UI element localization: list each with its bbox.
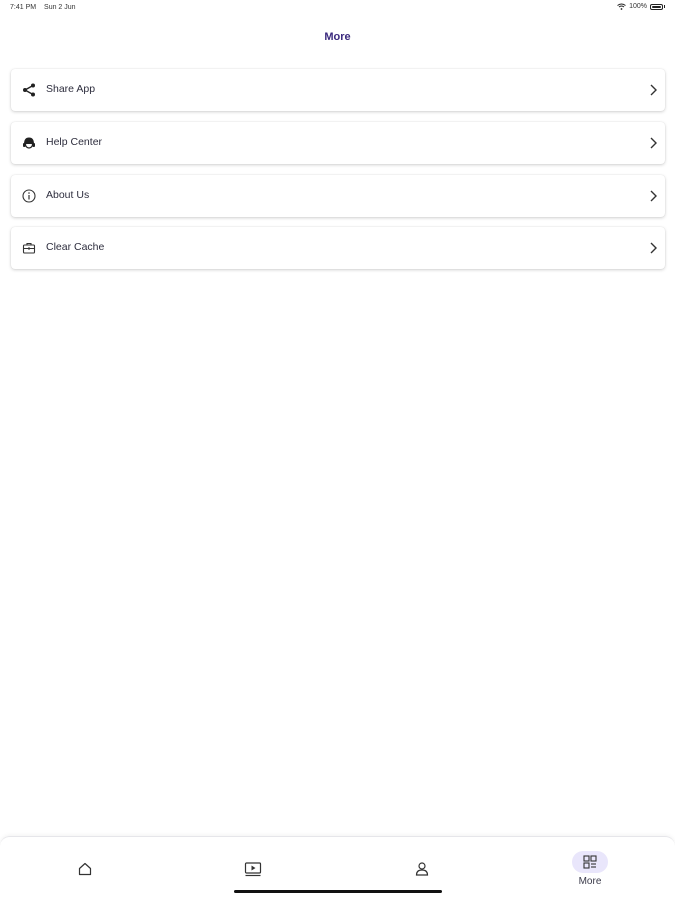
status-bar: 7:41 PM Sun 2 Jun 100% bbox=[0, 0, 675, 16]
battery-tip bbox=[664, 5, 665, 8]
info-icon bbox=[21, 188, 37, 204]
tab-label: More bbox=[578, 876, 602, 887]
menu-item-share-app[interactable]: Share App bbox=[11, 69, 665, 111]
status-date: Sun 2 Jun bbox=[44, 4, 76, 11]
headset-icon bbox=[21, 135, 37, 151]
status-right: 100% bbox=[617, 3, 665, 10]
battery-icon bbox=[650, 3, 663, 10]
cache-briefcase-icon bbox=[21, 240, 37, 256]
home-indicator bbox=[234, 890, 442, 893]
tab-video[interactable] bbox=[223, 837, 283, 893]
profile-icon bbox=[415, 862, 429, 876]
menu-item-label: Clear Cache bbox=[46, 241, 105, 253]
chevron-right-icon bbox=[650, 84, 657, 96]
menu-item-label: Help Center bbox=[46, 136, 103, 148]
menu-item-clear-cache[interactable]: Clear Cache bbox=[11, 227, 665, 269]
share-icon bbox=[21, 82, 37, 98]
tab-profile[interactable] bbox=[392, 837, 452, 893]
page-title: More bbox=[324, 31, 351, 43]
menu-item-help-center[interactable]: Help Center bbox=[11, 122, 665, 164]
tab-home[interactable] bbox=[55, 837, 115, 893]
status-left: 7:41 PM Sun 2 Jun bbox=[10, 4, 82, 11]
home-icon bbox=[78, 862, 92, 876]
chevron-right-icon bbox=[650, 242, 657, 254]
chevron-right-icon bbox=[650, 137, 657, 149]
battery-percent: 100% bbox=[629, 3, 647, 10]
grid-icon bbox=[583, 855, 597, 869]
status-time: 7:41 PM bbox=[10, 4, 37, 11]
tab-more[interactable]: More bbox=[560, 837, 620, 893]
menu-item-label: Share App bbox=[46, 83, 96, 95]
video-icon bbox=[244, 862, 262, 877]
menu-item-label: About Us bbox=[46, 189, 90, 201]
menu-item-about-us[interactable]: About Us bbox=[11, 175, 665, 217]
chevron-right-icon bbox=[650, 190, 657, 202]
wifi-icon bbox=[617, 3, 626, 10]
